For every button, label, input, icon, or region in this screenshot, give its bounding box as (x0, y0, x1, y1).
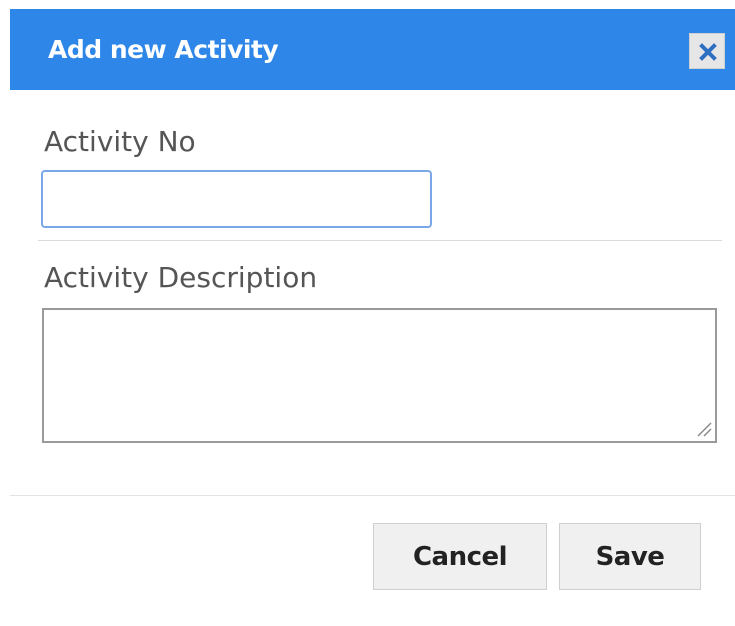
footer-divider (10, 495, 735, 496)
add-activity-dialog: Add new Activity Activity No Activity De… (0, 0, 735, 626)
close-icon (699, 43, 717, 61)
form-divider (38, 240, 722, 241)
dialog-titlebar: Add new Activity (10, 9, 735, 90)
resize-grip-icon[interactable] (694, 419, 712, 437)
cancel-button[interactable]: Cancel (373, 523, 547, 590)
dialog-title: Add new Activity (48, 35, 279, 64)
activity-no-label: Activity No (44, 125, 196, 158)
activity-description-label: Activity Description (44, 261, 318, 294)
activity-no-input[interactable] (41, 170, 432, 228)
activity-description-textarea[interactable] (42, 308, 717, 443)
save-button[interactable]: Save (559, 523, 701, 590)
close-button[interactable] (689, 33, 725, 69)
